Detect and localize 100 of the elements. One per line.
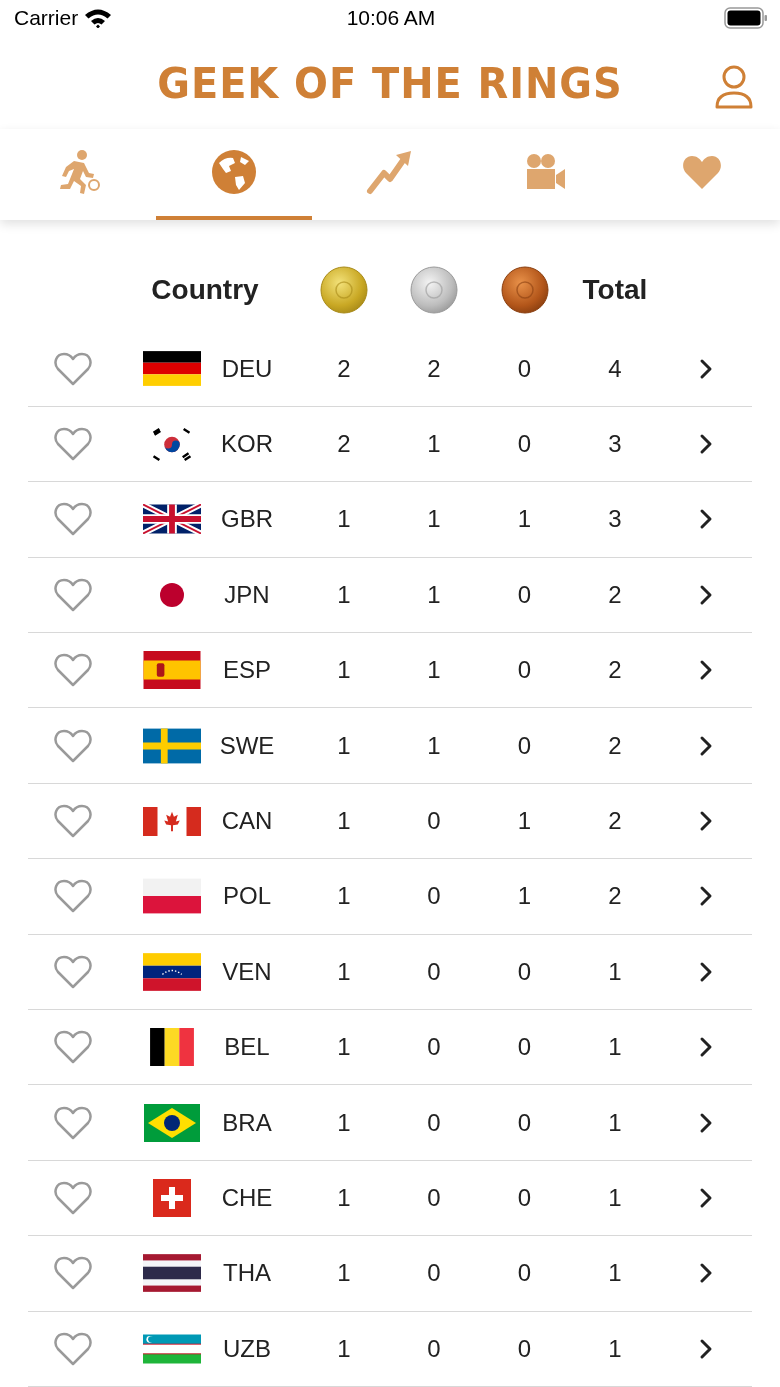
flag-icon (143, 878, 201, 915)
favorite-button[interactable] (53, 953, 93, 990)
chevron-icon[interactable] (699, 1036, 713, 1059)
country-code: BEL (224, 1033, 270, 1062)
third-place-count: 0 (517, 580, 532, 609)
favorite-button[interactable] (53, 1029, 93, 1066)
app-title: GEEK OF THE RINGS (157, 58, 623, 108)
chevron-icon[interactable] (699, 433, 713, 456)
favorite-button[interactable] (53, 501, 93, 538)
country-code: BRA (222, 1108, 272, 1137)
total-count: 3 (608, 505, 622, 534)
chevron-icon[interactable] (699, 508, 713, 531)
third-place-count: 1 (517, 882, 532, 911)
third-place-count: 1 (517, 505, 532, 534)
third-place-count: 0 (517, 354, 532, 383)
favorite-button[interactable] (53, 878, 93, 915)
first-place-count: 1 (337, 1334, 351, 1363)
first-place-count: 2 (337, 354, 351, 383)
chevron-icon[interactable] (699, 583, 713, 606)
total-count: 2 (608, 656, 622, 685)
first-place-count: 2 (337, 430, 351, 459)
battery-icon (724, 7, 768, 30)
chevron-icon[interactable] (699, 810, 713, 833)
flag-icon (143, 952, 201, 991)
second-place-medal-icon (410, 265, 458, 314)
country-code: KOR (221, 430, 273, 459)
third-place-count: 0 (517, 1334, 532, 1363)
tab[interactable] (624, 129, 780, 220)
third-place-count: 0 (517, 1184, 532, 1212)
favorite-button[interactable] (53, 652, 93, 689)
favorite-button[interactable] (53, 727, 93, 764)
status-time: 10:06 AM (346, 6, 436, 31)
chevron-icon[interactable] (699, 1337, 713, 1360)
second-place-count: 1 (427, 580, 441, 609)
column-header: Country (151, 273, 259, 306)
first-place-count: 1 (337, 882, 351, 911)
flag-icon (150, 1028, 194, 1067)
third-place-count: 1 (517, 807, 532, 836)
favorite-button[interactable] (53, 426, 93, 463)
column-header: Total (582, 273, 648, 306)
chevron-icon[interactable] (699, 1111, 713, 1134)
flag-icon (143, 351, 201, 387)
country-code: GBR (221, 505, 273, 534)
chevron-icon[interactable] (699, 659, 713, 682)
favorite-button[interactable] (53, 1330, 93, 1367)
favorite-button[interactable] (53, 1255, 93, 1292)
total-count: 2 (608, 882, 622, 911)
chevron-icon[interactable] (699, 960, 713, 983)
total-count: 1 (608, 1259, 622, 1288)
favorite-button[interactable] (53, 576, 93, 613)
chevron-icon[interactable] (699, 885, 713, 908)
flag-icon (143, 1254, 201, 1293)
third-place-count: 0 (517, 1108, 532, 1137)
first-place-count: 1 (337, 807, 351, 836)
first-place-count: 1 (337, 957, 351, 986)
country-code: VEN (222, 957, 272, 986)
flag-icon (151, 426, 193, 462)
profile-button[interactable] (714, 64, 754, 109)
globe-icon (211, 149, 257, 196)
country-code: POL (223, 882, 271, 911)
favorite-button[interactable] (53, 350, 93, 387)
country-code: UZB (223, 1334, 271, 1363)
flag-icon (144, 1103, 200, 1142)
second-place-count: 2 (427, 354, 441, 383)
second-place-count: 0 (427, 1033, 441, 1062)
total-count: 4 (608, 354, 622, 383)
chevron-icon[interactable] (699, 1262, 713, 1285)
total-count: 1 (608, 1184, 622, 1212)
second-place-count: 1 (427, 731, 441, 760)
favorite-button[interactable] (53, 1180, 93, 1216)
third-place-count: 0 (517, 430, 532, 459)
chevron-icon[interactable] (699, 357, 713, 380)
flag-icon (143, 504, 201, 535)
flag-icon (153, 1179, 191, 1217)
first-place-count: 1 (337, 1033, 351, 1062)
country-code: JPN (224, 580, 270, 609)
country-code: CHE (221, 1184, 273, 1212)
second-place-count: 0 (427, 957, 441, 986)
third-place-count: 0 (517, 656, 532, 685)
first-place-count: 1 (337, 1184, 351, 1212)
chevron-icon[interactable] (699, 1187, 713, 1209)
tab[interactable] (0, 129, 156, 220)
flag-icon (143, 727, 201, 764)
flag-icon (143, 1333, 201, 1364)
country-code: ESP (223, 656, 271, 685)
chevron-icon[interactable] (699, 734, 713, 757)
third-place-medal-icon (500, 265, 549, 314)
total-count: 2 (608, 731, 622, 760)
favorite-button[interactable] (53, 803, 93, 840)
first-place-count: 1 (337, 1108, 351, 1137)
favorite-button[interactable] (53, 1104, 93, 1141)
flag-icon (159, 581, 185, 608)
trend-arrow-icon (366, 149, 414, 196)
second-place-count: 0 (427, 807, 441, 836)
wifi-icon (84, 8, 113, 29)
total-count: 2 (608, 580, 622, 609)
second-place-count: 1 (427, 656, 441, 685)
third-place-count: 0 (517, 731, 532, 760)
second-place-count: 1 (427, 430, 441, 459)
country-code: THA (223, 1259, 271, 1288)
